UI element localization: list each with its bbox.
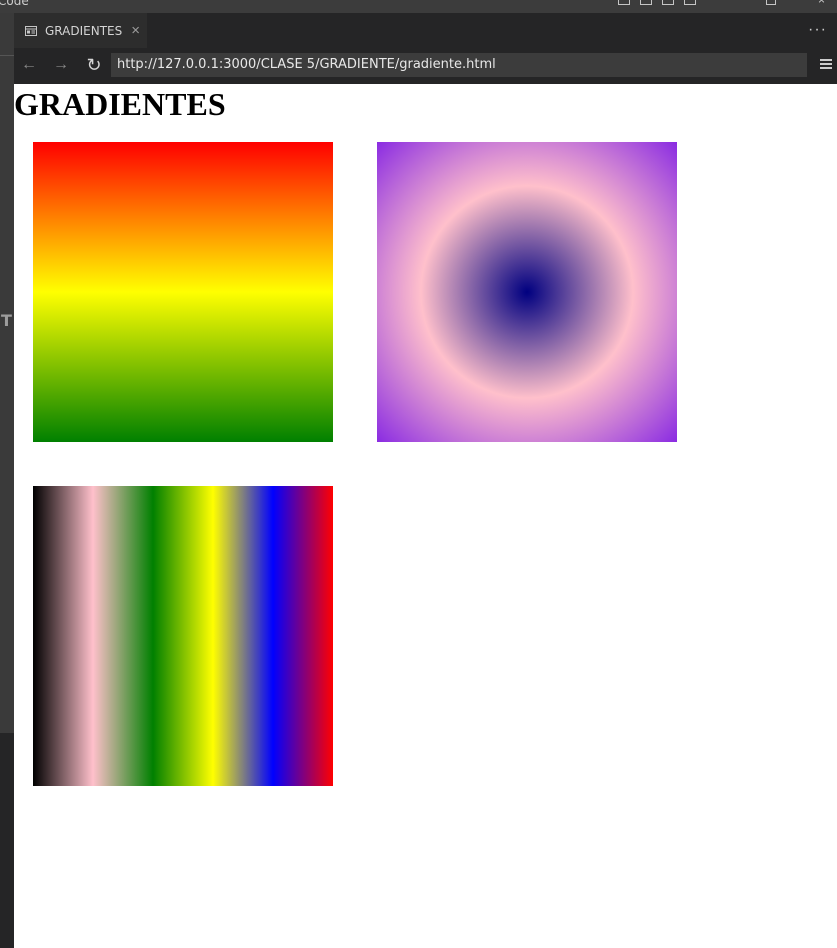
page-title: GRADIENTES	[14, 86, 226, 122]
radial-gradient-box	[377, 142, 677, 442]
hamburger-icon[interactable]	[820, 59, 832, 71]
navigation-bar: ← → ↻ http://127.0.0.1:3000/CLASE 5/GRAD…	[14, 48, 837, 84]
window-titlebar: Code ×	[0, 0, 837, 13]
window-title: Code	[0, 0, 29, 8]
tab-label: GRADIENTES	[45, 23, 123, 38]
more-actions-icon[interactable]: ···	[808, 21, 827, 39]
refresh-icon[interactable]: ↻	[84, 55, 104, 75]
editor-divider	[0, 55, 14, 56]
customize-layout-icon[interactable]	[684, 0, 696, 5]
editor-background	[0, 13, 14, 733]
back-icon[interactable]: ←	[19, 55, 39, 75]
restore-window-icon[interactable]	[766, 0, 776, 5]
panel-background	[0, 733, 14, 948]
tab-gradientes[interactable]: GRADIENTES ×	[14, 13, 147, 48]
close-window-icon[interactable]: ×	[818, 0, 825, 7]
forward-icon[interactable]: →	[51, 55, 71, 75]
close-icon[interactable]: ×	[131, 23, 140, 38]
linear-horizontal-gradient-box	[33, 486, 333, 786]
url-input[interactable]: http://127.0.0.1:3000/CLASE 5/GRADIENTE/…	[111, 53, 807, 77]
panel-toggle-icon[interactable]	[640, 0, 652, 5]
linear-vertical-gradient-box	[33, 142, 333, 442]
split-layout-icon[interactable]	[662, 0, 674, 5]
editor-strip: T	[0, 13, 14, 948]
page-viewport: GRADIENTES	[14, 84, 837, 948]
tab-bar: GRADIENTES × ···	[14, 13, 837, 48]
editor-text-glyph: T	[1, 311, 12, 330]
preview-icon	[24, 24, 38, 38]
layout-toggle-icon[interactable]	[618, 0, 630, 5]
